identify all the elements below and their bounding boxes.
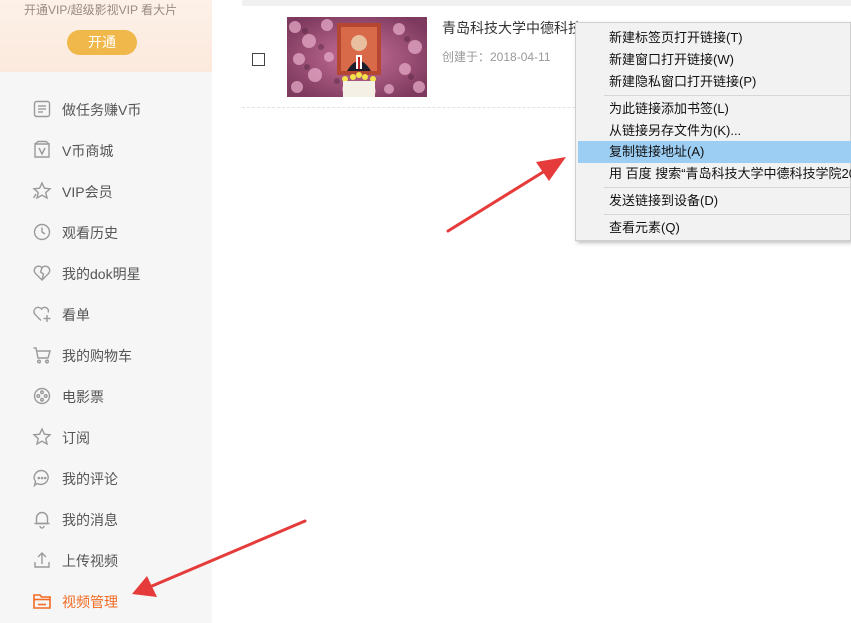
sidebar-item-subscriptions[interactable]: 订阅 [0, 418, 212, 456]
sidebar-item-label: 我的dok明星 [62, 266, 141, 282]
menu-open-link-private-window[interactable]: 新建隐私窗口打开链接(P) [576, 71, 851, 93]
arrow-to-copy-link [446, 157, 566, 233]
sidebar: 开通VIP/超级影视VIP 看大片 开通 做任务赚V币 V币商城 VIP会员 观… [0, 0, 212, 623]
vip-open-button[interactable]: 开通 [67, 30, 137, 55]
bell-icon [32, 509, 52, 529]
sidebar-item-history[interactable]: 观看历史 [0, 213, 212, 251]
menu-separator [604, 187, 851, 188]
star-icon [32, 427, 52, 447]
sidebar-item-label: VIP会员 [62, 184, 113, 200]
sidebar-item-tasks[interactable]: 做任务赚V币 [0, 90, 212, 128]
sidebar-item-vcoin-mall[interactable]: V币商城 [0, 131, 212, 169]
menu-bookmark-link[interactable]: 为此链接添加书签(L) [576, 98, 851, 120]
sidebar-item-label: 做任务赚V币 [62, 102, 142, 118]
menu-inspect-element[interactable]: 查看元素(Q) [576, 217, 851, 239]
menu-open-link-new-window[interactable]: 新建窗口打开链接(W) [576, 49, 851, 71]
sidebar-item-cart[interactable]: 我的购物车 [0, 336, 212, 374]
sidebar-item-label: 看单 [62, 307, 90, 323]
sidebar-item-messages[interactable]: 我的消息 [0, 500, 212, 538]
cart-icon [32, 345, 52, 365]
sidebar-item-label: 我的消息 [62, 512, 118, 528]
v-coin-icon [32, 140, 52, 160]
video-created-date: 创建于：2018-04-11 [442, 50, 551, 64]
sidebar-item-label: 电影票 [62, 389, 104, 405]
sidebar-item-movie-tickets[interactable]: 电影票 [0, 377, 212, 415]
video-select-checkbox[interactable] [252, 53, 265, 66]
context-menu: 新建标签页打开链接(T) 新建窗口打开链接(W) 新建隐私窗口打开链接(P) 为… [575, 22, 851, 241]
heart-broken-icon [32, 263, 52, 283]
sidebar-item-label: 上传视频 [62, 553, 118, 569]
task-list-icon [32, 99, 52, 119]
menu-copy-link-address[interactable]: 复制链接地址(A) [578, 141, 851, 163]
sidebar-item-label: 我的评论 [62, 471, 118, 487]
clock-icon [32, 222, 52, 242]
vip-banner: 开通VIP/超级影视VIP 看大片 开通 [0, 0, 212, 72]
sidebar-item-label: 订阅 [62, 430, 90, 446]
sidebar-item-label: 观看历史 [62, 225, 118, 241]
sidebar-item-vip[interactable]: VIP会员 [0, 172, 212, 210]
sidebar-item-label: V币商城 [62, 143, 114, 159]
sidebar-item-video-manage[interactable]: 视频管理 [0, 582, 212, 620]
sidebar-item-upload[interactable]: 上传视频 [0, 541, 212, 579]
menu-send-link-to-device[interactable]: 发送链接到设备(D) [576, 190, 851, 212]
folder-icon [32, 591, 52, 611]
film-reel-icon [32, 386, 52, 406]
menu-search-baidu[interactable]: 用 百度 搜索“青岛科技大学中德科技学院201... [576, 163, 851, 185]
comment-icon [32, 468, 52, 488]
video-title-link[interactable]: 青岛科技大学中德科技 [442, 18, 582, 38]
menu-separator [604, 214, 851, 215]
video-thumbnail[interactable] [287, 17, 427, 97]
menu-save-link-as[interactable]: 从链接另存文件为(K)... [576, 120, 851, 142]
menu-open-link-new-tab[interactable]: 新建标签页打开链接(T) [576, 27, 851, 49]
vip-star-icon [32, 181, 52, 201]
sidebar-item-dok-stars[interactable]: 我的dok明星 [0, 254, 212, 292]
sidebar-item-label: 视频管理 [62, 594, 118, 610]
sidebar-item-comments[interactable]: 我的评论 [0, 459, 212, 497]
upload-icon [32, 550, 52, 570]
heart-plus-icon [32, 304, 52, 324]
sidebar-item-label: 我的购物车 [62, 348, 132, 364]
thumbnail-image [287, 17, 427, 97]
vip-promo-text: 开通VIP/超级影视VIP 看大片 [24, 3, 178, 17]
menu-separator [604, 95, 851, 96]
sidebar-item-watchlist[interactable]: 看单 [0, 295, 212, 333]
